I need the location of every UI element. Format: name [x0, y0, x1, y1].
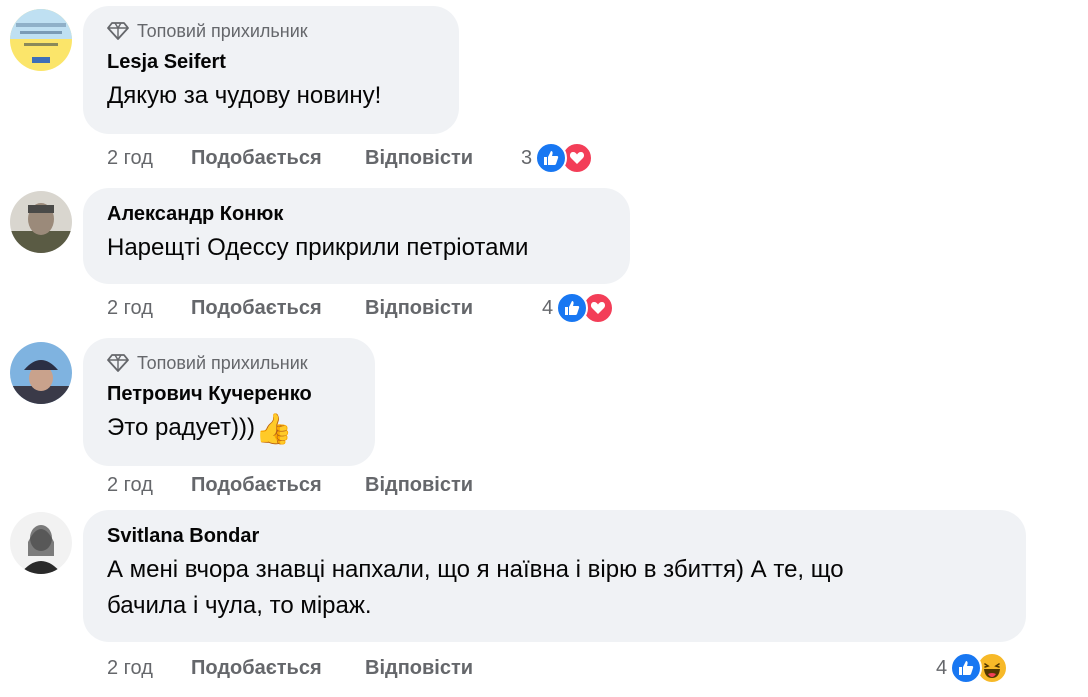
- like-button[interactable]: Подобається: [191, 147, 365, 170]
- comment-author[interactable]: Svitlana Bondar: [107, 524, 1002, 548]
- comment-timestamp[interactable]: 2 год: [107, 474, 191, 497]
- avatar[interactable]: [10, 512, 72, 574]
- comment-bubble: Svitlana Bondar А мені вчора знавці напх…: [83, 510, 1026, 642]
- comment-timestamp[interactable]: 2 год: [107, 147, 191, 170]
- comment-timestamp[interactable]: 2 год: [107, 657, 191, 680]
- comment-text: Это радует)))👍: [107, 410, 351, 446]
- comment-author[interactable]: Александр Конюк: [107, 202, 606, 226]
- avatar[interactable]: [10, 191, 72, 253]
- diamond-icon: [107, 22, 129, 40]
- comment-text-line: А мені вчора знавці напхали, що я наївна…: [107, 556, 844, 583]
- reaction-count: 4: [542, 296, 554, 319]
- comment-actions: 2 год Подобається Відповісти: [107, 653, 473, 683]
- comment-author[interactable]: Lesja Seifert: [107, 50, 435, 74]
- reaction-summary[interactable]: 3: [521, 141, 594, 175]
- like-reaction-icon: [535, 142, 568, 174]
- comment-actions: 2 год Подобається Відповісти: [107, 293, 473, 323]
- comment-bubble: Топовий прихильник Петрович Кучеренко Эт…: [83, 338, 375, 466]
- comment-timestamp[interactable]: 2 год: [107, 297, 191, 320]
- reply-button[interactable]: Відповісти: [365, 474, 473, 497]
- reaction-summary[interactable]: 4: [542, 291, 615, 325]
- badge-label: Топовий прихильник: [137, 20, 308, 41]
- top-fan-badge: Топовий прихильник: [107, 352, 351, 374]
- reply-button[interactable]: Відповісти: [365, 147, 473, 170]
- avatar[interactable]: [10, 342, 72, 404]
- comment-bubble: Александр Конюк Нарещті Одессу прикрили …: [83, 188, 630, 284]
- reply-button[interactable]: Відповісти: [365, 297, 473, 320]
- comment-text: Нарещті Одессу прикрили петріотами: [107, 234, 529, 261]
- like-reaction-icon: [556, 292, 589, 324]
- avatar[interactable]: [10, 9, 72, 71]
- badge-label: Топовий прихильник: [137, 352, 308, 373]
- like-button[interactable]: Подобається: [191, 297, 365, 320]
- comment-text-body: Это радует))): [107, 414, 255, 441]
- like-button[interactable]: Подобається: [191, 474, 365, 497]
- comment-bubble: Топовий прихильник Lesja Seifert Дякую з…: [83, 6, 459, 134]
- thumbs-up-emoji: 👍: [254, 413, 293, 446]
- like-reaction-icon: [950, 652, 983, 684]
- reply-button[interactable]: Відповісти: [365, 657, 473, 680]
- reaction-count: 3: [521, 146, 533, 169]
- comment-actions: 2 год Подобається Відповісти: [107, 143, 473, 173]
- comment-text: Дякую за чудову новину!: [107, 82, 382, 109]
- reaction-count: 4: [936, 656, 948, 679]
- diamond-icon: [107, 354, 129, 372]
- comment-actions: 2 год Подобається Відповісти: [107, 470, 473, 500]
- like-button[interactable]: Подобається: [191, 657, 365, 680]
- reaction-summary[interactable]: 4: [936, 651, 1009, 685]
- comment-text-line: бачила і чула, то міраж.: [107, 592, 372, 619]
- top-fan-badge: Топовий прихильник: [107, 20, 435, 42]
- comment-text: А мені вчора знавці напхали, що я наївна…: [107, 552, 1002, 624]
- comment-author[interactable]: Петрович Кучеренко: [107, 382, 351, 406]
